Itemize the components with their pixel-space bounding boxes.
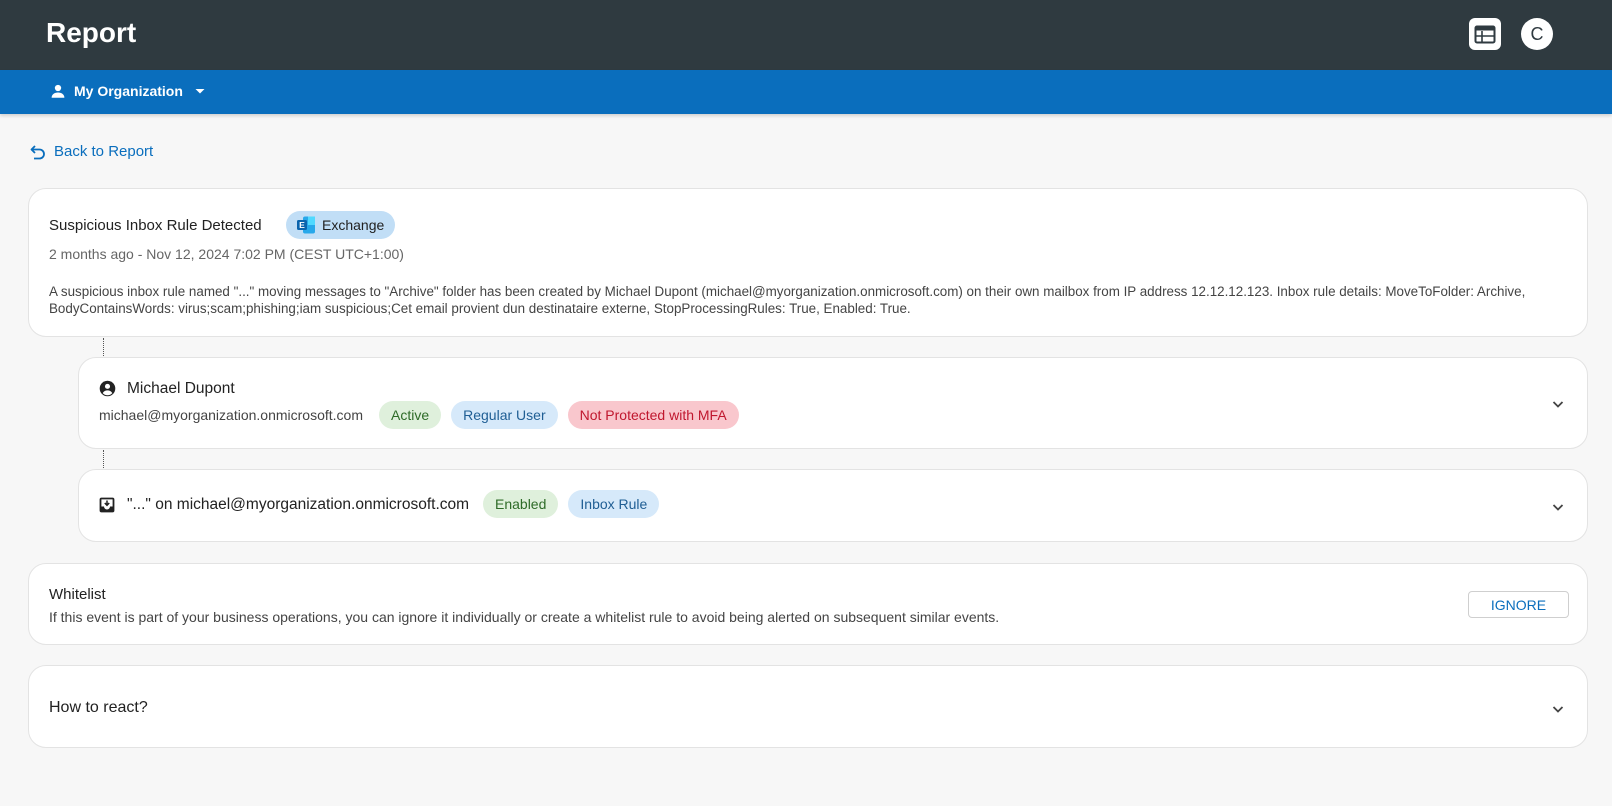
- calendar-table-icon: [1474, 25, 1496, 44]
- mfa-badge-not-protected: Not Protected with MFA: [567, 401, 739, 429]
- exchange-icon: E: [297, 216, 315, 234]
- chevron-down-icon[interactable]: [1551, 397, 1565, 411]
- alert-description: A suspicious inbox rule named "..." movi…: [49, 284, 1526, 316]
- role-badge-regular-user: Regular User: [451, 401, 558, 429]
- connector-line: [103, 450, 104, 468]
- whitelist-title: Whitelist: [49, 586, 106, 603]
- back-link-label: Back to Report: [54, 143, 154, 160]
- calendar-table-button[interactable]: [1469, 18, 1501, 50]
- alert-card: Suspicious Inbox Rule Detected E Exchang…: [28, 188, 1588, 337]
- inbox-rule-entity-card[interactable]: "..." on michael@myorganization.onmicros…: [78, 469, 1588, 542]
- undo-arrow-icon: [30, 144, 45, 159]
- organization-name: My Organization: [74, 83, 183, 99]
- ignore-button[interactable]: IGNORE: [1468, 591, 1569, 618]
- how-to-react-title: How to react?: [49, 699, 148, 716]
- inbox-icon: [99, 497, 115, 513]
- exchange-badge-label: Exchange: [322, 217, 385, 233]
- alert-title: Suspicious Inbox Rule Detected: [49, 217, 262, 234]
- user-badges: Active Regular User Not Protected with M…: [379, 401, 739, 429]
- how-to-react-card[interactable]: How to react?: [28, 665, 1588, 748]
- chevron-down-icon[interactable]: [1551, 500, 1565, 514]
- svg-text:E: E: [299, 220, 305, 230]
- exchange-badge: E Exchange: [286, 211, 396, 239]
- organization-selector[interactable]: My Organization: [49, 82, 207, 100]
- inbox-rule-title: "..." on michael@myorganization.onmicros…: [127, 496, 470, 513]
- user-name: Michael Dupont: [127, 380, 235, 397]
- whitelist-card: Whitelist If this event is part of your …: [28, 563, 1588, 645]
- back-to-report-link[interactable]: Back to Report: [30, 143, 153, 160]
- top-bar: Report C: [0, 0, 1612, 70]
- type-badge-inbox-rule: Inbox Rule: [568, 490, 660, 518]
- chevron-down-icon[interactable]: [1551, 702, 1565, 716]
- whitelist-description: If this event is part of your business o…: [49, 609, 1000, 625]
- organization-bar: My Organization: [0, 70, 1612, 114]
- user-email: michael@myorganization.onmicrosoft.com: [99, 407, 363, 423]
- status-badge-active: Active: [379, 401, 442, 429]
- user-entity-card[interactable]: Michael Dupont michael@myorganization.on…: [78, 357, 1588, 449]
- person-icon: [51, 84, 65, 98]
- caret-down-icon: [195, 89, 205, 94]
- alert-timestamp: 2 months ago - Nov 12, 2024 7:02 PM (CES…: [49, 246, 404, 262]
- account-circle-icon: [99, 380, 116, 397]
- rule-badges: Enabled Inbox Rule: [483, 490, 660, 518]
- page-title: Report: [46, 17, 137, 48]
- connector-line: [103, 338, 104, 356]
- status-badge-enabled: Enabled: [483, 490, 559, 518]
- user-avatar[interactable]: C: [1521, 18, 1553, 50]
